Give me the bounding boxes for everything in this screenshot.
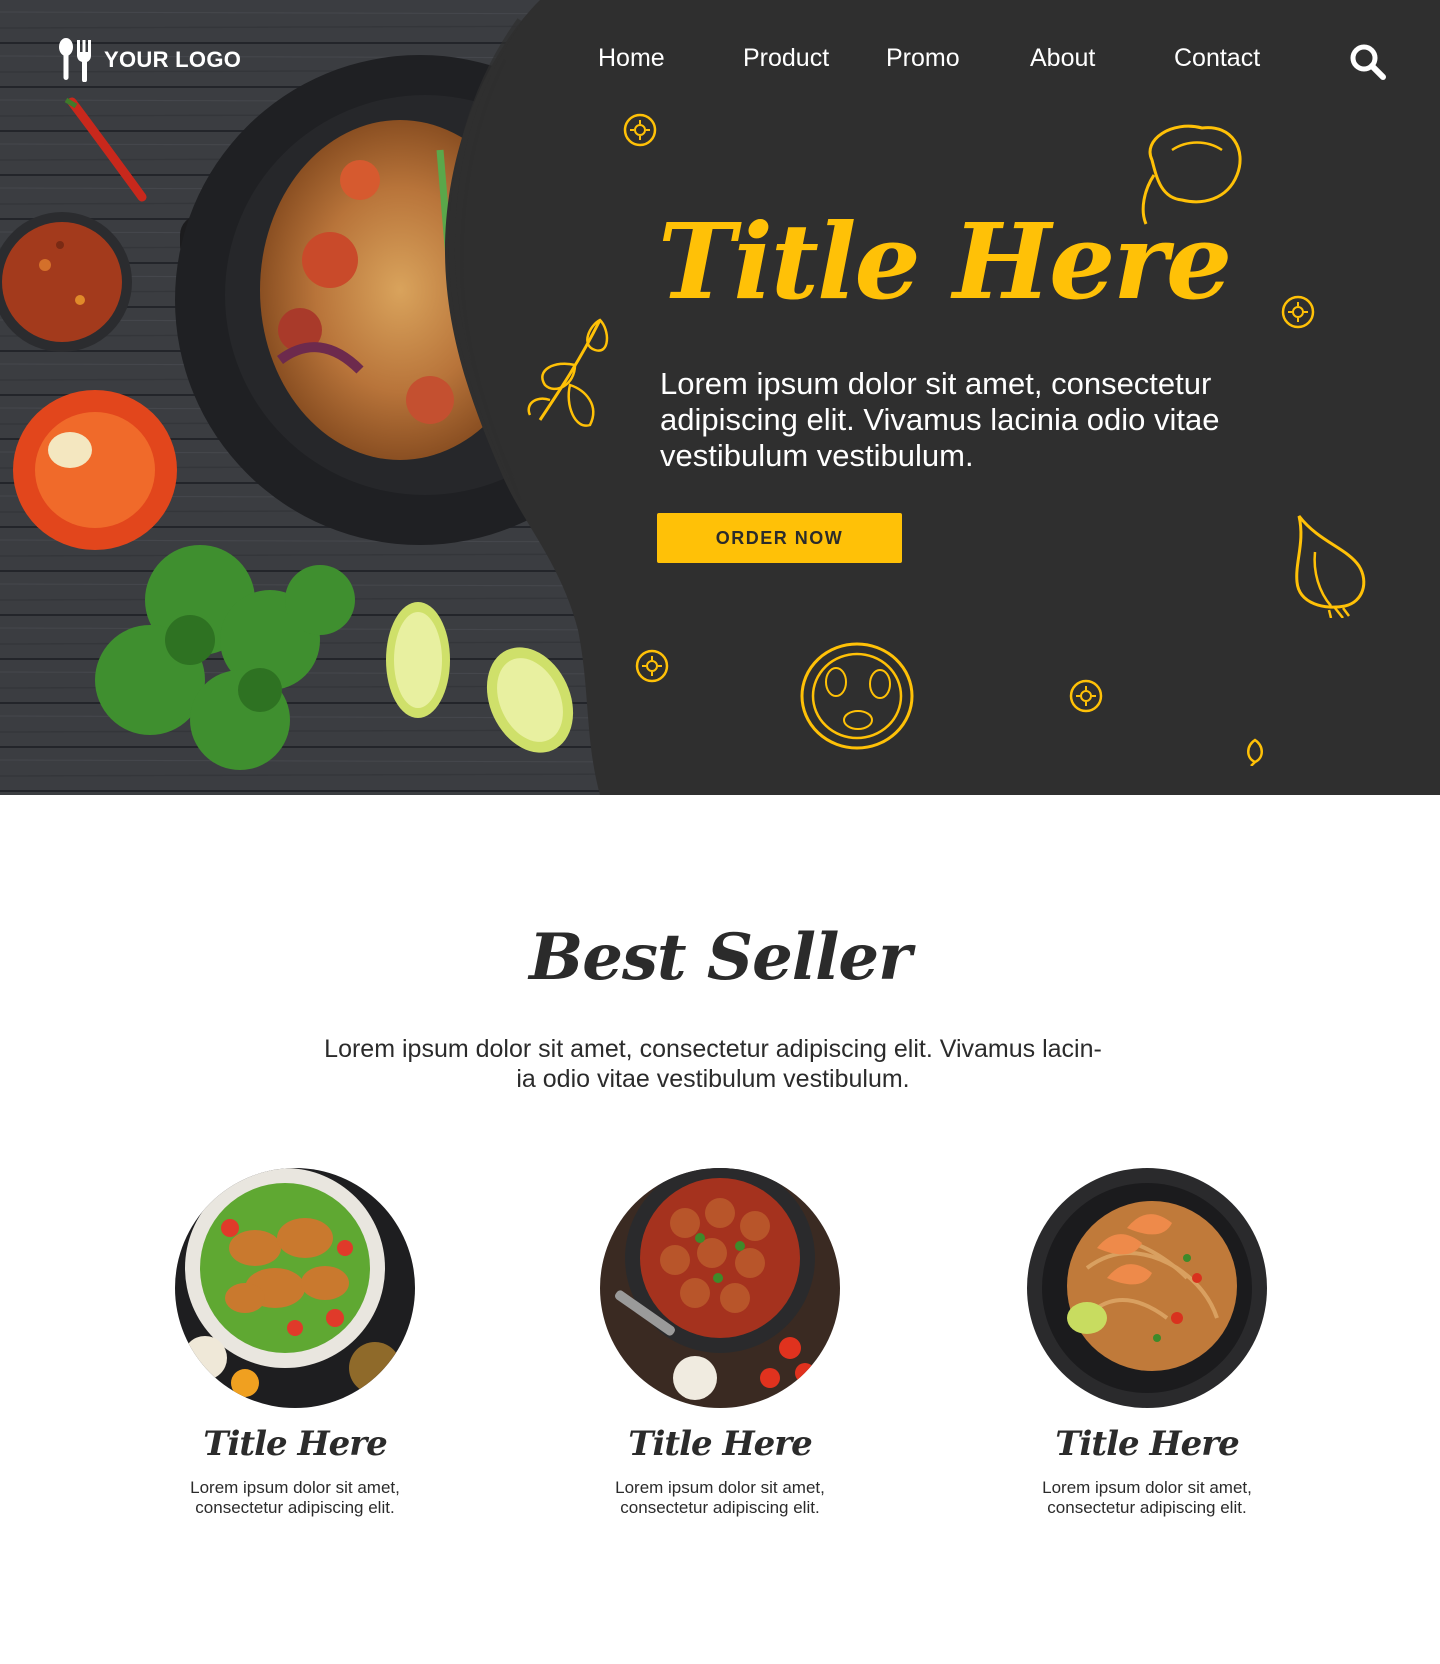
nav-home[interactable]: Home (598, 44, 665, 73)
shrimp-noodles-image (1027, 1168, 1267, 1408)
search-icon[interactable] (1348, 42, 1388, 82)
fried-chicken-image (175, 1168, 415, 1408)
card-description-line: Lorem ipsum dolor sit amet, (615, 1478, 825, 1497)
logo-text: YOUR LOGO (104, 47, 242, 72)
nav-contact[interactable]: Contact (1174, 44, 1260, 73)
card-description: Lorem ipsum dolor sit amet, consectetur … (570, 1478, 870, 1518)
card-description-line: consectetur adipiscing elit. (620, 1498, 820, 1517)
card-description-line: Lorem ipsum dolor sit amet, (190, 1478, 400, 1497)
spice-seed-doodle-icon (635, 649, 669, 683)
product-card[interactable]: Title Here Lorem ipsum dolor sit amet, c… (997, 1168, 1297, 1518)
meatballs-image (600, 1168, 840, 1408)
card-title: Title Here (1055, 1424, 1240, 1464)
best-seller-title: Best Seller (529, 920, 912, 995)
card-description-line: consectetur adipiscing elit. (195, 1498, 395, 1517)
nav-about[interactable]: About (1030, 44, 1095, 73)
order-now-button[interactable]: ORDER NOW (657, 513, 902, 563)
tomato-slice-doodle-icon (800, 642, 914, 750)
nav-product[interactable]: Product (743, 44, 829, 73)
card-title: Title Here (203, 1424, 388, 1464)
brand-logo[interactable]: YOUR LOGO (58, 38, 241, 82)
product-card[interactable]: Title Here Lorem ipsum dolor sit amet, c… (145, 1168, 445, 1518)
card-title: Title Here (628, 1424, 813, 1464)
utensils-icon (59, 38, 91, 82)
spice-seed-doodle-icon (1281, 295, 1315, 329)
seed-doodle-icon (1247, 738, 1263, 766)
card-description: Lorem ipsum dolor sit amet, consectetur … (997, 1478, 1297, 1518)
spice-seed-doodle-icon (1069, 679, 1103, 713)
best-seller-description-line: Lorem ipsum dolor sit amet, consectetur … (324, 1035, 1102, 1063)
card-description: Lorem ipsum dolor sit amet, consectetur … (145, 1478, 445, 1518)
spice-seed-doodle-icon (623, 113, 657, 147)
card-description-line: consectetur adipiscing elit. (1047, 1498, 1247, 1517)
best-seller-description: Lorem ipsum dolor sit amet, consectetur … (258, 1034, 1168, 1094)
garlic-doodle-icon (1295, 515, 1366, 618)
best-seller-description-line: ia odio vitae vestibulum vestibulum. (516, 1065, 910, 1093)
card-description-line: Lorem ipsum dolor sit amet, (1042, 1478, 1252, 1497)
hero-description: Lorem ipsum dolor sit amet, consectetur … (660, 366, 1220, 473)
nav-promo[interactable]: Promo (886, 44, 960, 73)
hero-section: YOUR LOGO Home Product Promo About Conta… (0, 0, 1440, 795)
parsley-doodle-icon (527, 318, 609, 427)
product-card[interactable]: Title Here Lorem ipsum dolor sit amet, c… (570, 1168, 870, 1518)
hero-title: Title Here (658, 200, 1232, 323)
